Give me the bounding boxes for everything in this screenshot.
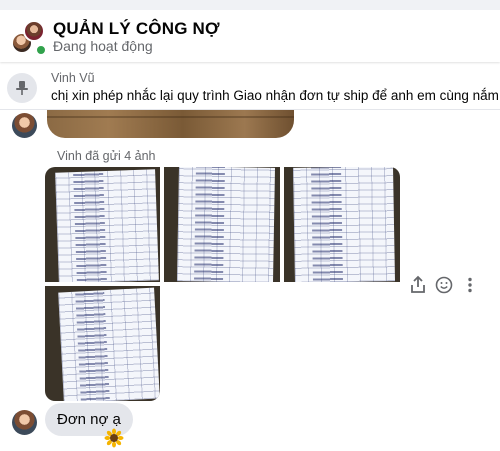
share-icon[interactable] xyxy=(407,274,429,296)
photo-attachment-4[interactable] xyxy=(45,286,160,401)
message-actions xyxy=(407,274,477,296)
sender-avatar[interactable] xyxy=(12,410,37,435)
pinned-message-bar[interactable]: Vinh Vũ chị xin phép nhắc lại quy trình … xyxy=(0,66,500,110)
photo-attachment-1[interactable] xyxy=(45,167,160,282)
pin-icon xyxy=(7,73,37,103)
chat-header: QUẢN LÝ CÔNG NỢ Đang hoạt động xyxy=(0,0,500,62)
online-status-dot xyxy=(35,44,47,56)
sent-photos-label: Vinh đã gửi 4 ảnh xyxy=(57,149,156,163)
document-sheet xyxy=(177,167,275,282)
active-status: Đang hoạt động xyxy=(53,38,153,54)
document-sheet xyxy=(55,169,159,282)
photo-attachment-2[interactable] xyxy=(164,167,280,282)
document-sheet xyxy=(293,167,395,282)
emoji-icon[interactable] xyxy=(433,274,455,296)
pinned-text: chị xin phép nhắc lại quy trình Giao nhậ… xyxy=(51,88,499,103)
sunflower-reaction-icon[interactable] xyxy=(104,428,124,448)
group-avatar-member-2 xyxy=(23,20,45,42)
more-vertical-icon[interactable] xyxy=(459,274,481,296)
chat-title[interactable]: QUẢN LÝ CÔNG NỢ xyxy=(53,19,220,39)
document-sheet xyxy=(58,287,160,401)
photo-attachment-3[interactable] xyxy=(284,167,400,282)
pinned-sender: Vinh Vũ xyxy=(51,71,95,85)
sender-avatar[interactable] xyxy=(12,113,37,138)
group-avatar[interactable] xyxy=(11,20,47,56)
top-strip xyxy=(0,0,500,10)
previous-photo-message[interactable] xyxy=(47,108,294,138)
